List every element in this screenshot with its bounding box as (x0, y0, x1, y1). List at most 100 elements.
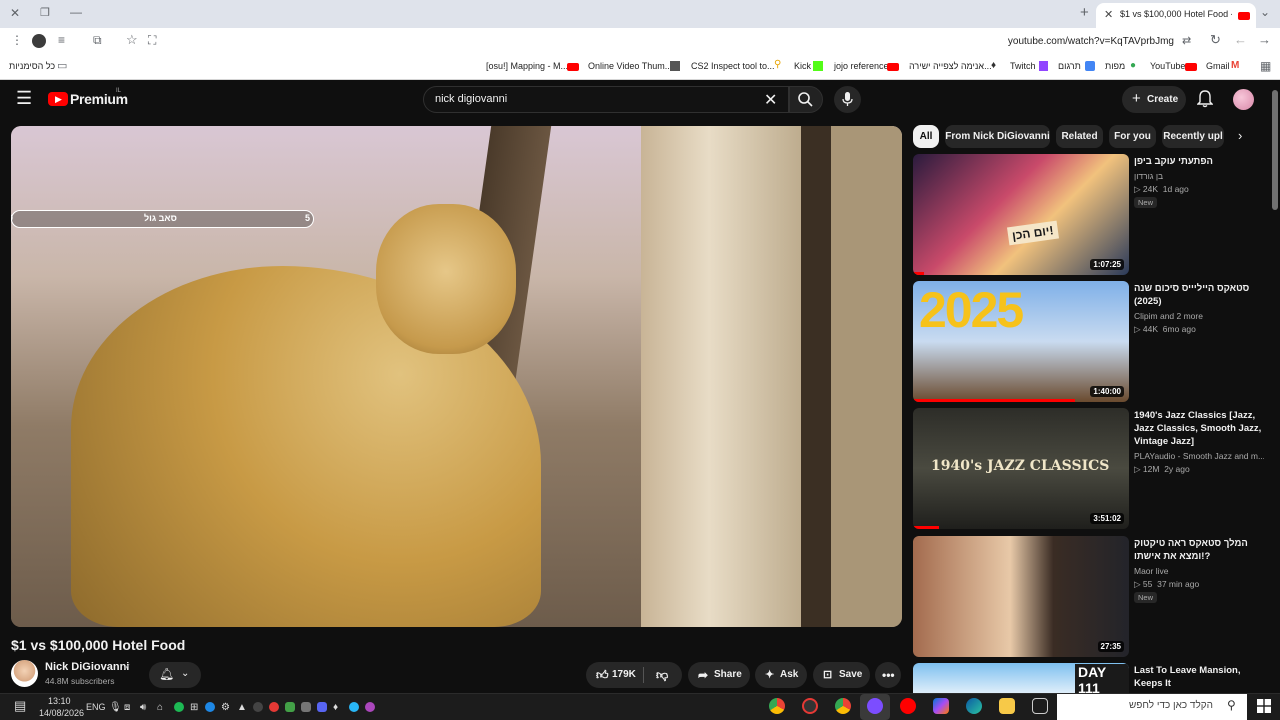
windows-start-icon[interactable] (1257, 699, 1271, 713)
reload-icon[interactable]: ↻ (1210, 32, 1221, 48)
notification-center-icon[interactable]: ▤ (14, 698, 26, 714)
chip-all[interactable]: All (913, 125, 939, 148)
bookmark-kick[interactable]: Kick (794, 61, 811, 71)
bookmark-cs2[interactable]: CS2 Inspect tool to... (691, 61, 775, 71)
all-bookmarks-link[interactable]: כל הסימניות (9, 61, 55, 71)
taskbar-search-box[interactable]: הקלד כאן כדי לחפש ⚲ (1057, 694, 1247, 720)
clock-date[interactable]: 14/08/2026 (39, 708, 84, 718)
rec-title-3[interactable]: 1940's Jazz Classics [Jazz, Jazz Classic… (1134, 409, 1262, 448)
tab-search-chevron-icon[interactable]: ⌄ (1260, 5, 1270, 19)
youtube-logo-icon[interactable]: ▶ (48, 92, 68, 106)
media-controls-icon[interactable]: ≡ (58, 33, 65, 47)
forward-icon[interactable]: ← (1234, 32, 1247, 47)
subscribed-button[interactable]: 🔔︎ ⌄ (149, 662, 201, 688)
rec-channel-1[interactable]: בן גורדון (1134, 171, 1163, 181)
rec-thumbnail-2[interactable]: 2025 1:40:00 (913, 281, 1129, 402)
profile-avatar-icon[interactable] (32, 34, 46, 48)
hamburger-menu-icon[interactable]: ☰ (16, 88, 32, 109)
task-view-icon[interactable] (1032, 698, 1048, 714)
account-avatar[interactable] (1233, 89, 1254, 110)
tray-app-icon-5[interactable] (253, 702, 263, 712)
bookmark-osu[interactable]: [osu!] Mapping - M... (486, 61, 568, 71)
screenshot-icon[interactable]: ⛶ (148, 33, 156, 48)
bookmark-jojo[interactable]: jojo reference (834, 61, 889, 71)
bookmark-twitch[interactable]: Twitch (1010, 61, 1036, 71)
chrome-taskbar-icon[interactable] (769, 698, 785, 714)
tray-app-icon-3[interactable]: ⚙ (221, 702, 230, 713)
restore-window-icon[interactable]: ❐ (40, 6, 50, 19)
tray-app-icon-8[interactable] (301, 702, 311, 712)
file-explorer-taskbar-icon[interactable] (999, 698, 1015, 714)
tray-app-icon-7[interactable] (285, 702, 295, 712)
chip-from-channel[interactable]: From Nick DiGiovanni (945, 125, 1050, 148)
create-button[interactable]: + Create (1122, 86, 1186, 113)
language-indicator[interactable]: ENG (86, 702, 106, 712)
new-tab-icon[interactable]: + (1080, 4, 1089, 21)
extensions-icon[interactable]: ⧉ (93, 33, 102, 48)
bookmark-maps[interactable]: מפות (1105, 61, 1125, 71)
youtube-music-taskbar-icon[interactable] (900, 698, 916, 714)
rec-thumbnail-3[interactable]: 1940's JAZZ CLASSICS 3:51:02 (913, 408, 1129, 529)
channel-avatar[interactable] (11, 660, 38, 687)
search-input[interactable]: nick digiovanni (435, 93, 507, 105)
tray-app-icon-10[interactable] (349, 702, 359, 712)
tray-app-icon-6[interactable] (269, 702, 279, 712)
bookmark-thumbnail[interactable]: Online Video Thum... (588, 61, 672, 71)
save-button[interactable]: ⊡ Save (813, 662, 870, 688)
video-player[interactable]: 0 סאב גול 5 (11, 126, 902, 627)
rec-title-1[interactable]: הפתעתי עוקב ביפן (1134, 155, 1262, 168)
minimize-window-icon[interactable]: — (70, 5, 82, 19)
more-actions-button[interactable]: ••• (875, 662, 901, 688)
tab-close-icon[interactable]: ✕ (1104, 8, 1113, 21)
close-window-icon[interactable]: ✕ (10, 6, 20, 20)
tray-app-icon-9[interactable]: ♦ (333, 702, 338, 713)
chevron-right-icon[interactable]: › (1238, 128, 1242, 143)
network-tray-icon[interactable]: ⌂ (157, 702, 163, 713)
url-field[interactable]: youtube.com/watch?v=KqTAVprbJmg (960, 36, 1174, 47)
discord-tray-icon[interactable] (317, 702, 327, 712)
chip-for-you[interactable]: For you (1109, 125, 1156, 148)
rec-channel-2[interactable]: Clipim and 2 more (1134, 311, 1203, 321)
active-app-icon[interactable] (867, 698, 883, 714)
obs-taskbar-icon[interactable] (802, 698, 818, 714)
back-icon[interactable]: → (1258, 32, 1271, 47)
rec-title-5[interactable]: Last To Leave Mansion, Keeps It (1134, 664, 1262, 690)
mic-tray-icon[interactable]: 🎙︎ (109, 702, 122, 713)
chip-related[interactable]: Related (1056, 125, 1103, 148)
like-count[interactable]: 179K (612, 662, 636, 688)
edge-taskbar-icon[interactable] (966, 698, 982, 714)
chrome-profile-taskbar-icon[interactable] (835, 698, 851, 714)
rec-thumbnail-1[interactable]: יום הכן! 1:07:25 (913, 154, 1129, 275)
chip-recently-uploaded[interactable]: Recently upl (1162, 125, 1224, 148)
apps-grid-icon[interactable]: ▦ (1260, 59, 1271, 73)
tray-app-icon-4[interactable]: ▲ (237, 702, 247, 713)
voice-search-button[interactable] (834, 86, 861, 113)
page-scrollbar[interactable] (1272, 90, 1278, 210)
channel-name[interactable]: Nick DiGiovanni (45, 661, 129, 673)
rec-title-4[interactable]: המלך סטאקס ראה טיקטוק ומצא את אישתו!? (1134, 537, 1262, 563)
dislike-icon[interactable]: 👎︎ (656, 662, 668, 688)
rec-thumbnail-4[interactable]: 27:35 (913, 536, 1129, 657)
copilot-taskbar-icon[interactable] (933, 698, 949, 714)
tray-app-icon-1[interactable]: ⊞ (190, 702, 198, 713)
spotify-tray-icon[interactable] (174, 702, 184, 712)
notifications-bell-icon[interactable] (1197, 90, 1213, 108)
rec-title-2[interactable]: סטאקס הייליייס סיכום שנה (2025) (1134, 282, 1262, 308)
rec-thumbnail-5[interactable]: DAY 111 (913, 663, 1129, 693)
site-settings-icon[interactable]: ⇄ (1182, 34, 1191, 47)
bookmark-star-icon[interactable]: ☆ (126, 32, 138, 48)
search-button[interactable] (789, 86, 823, 113)
display-tray-icon[interactable]: ⧈ (124, 702, 130, 713)
tray-app-icon-11[interactable] (365, 702, 375, 712)
bookmark-anime[interactable]: אנימה לצפייה ישירה... (909, 61, 992, 71)
like-icon[interactable]: 👍︎ (596, 662, 609, 688)
menu-kebab-icon[interactable]: ⋮ (11, 33, 23, 47)
active-tab[interactable]: ✕ $1 vs $100,000 Hotel Food - Yo (1096, 3, 1256, 28)
tray-app-icon-2[interactable] (205, 702, 215, 712)
bookmark-gmail[interactable]: Gmail (1206, 61, 1230, 71)
clear-search-icon[interactable]: ✕ (764, 90, 777, 110)
volume-tray-icon[interactable]: 🔊︎ (140, 702, 146, 713)
ask-button[interactable]: ✦ Ask (755, 662, 807, 688)
bookmark-youtube[interactable]: YouTube (1150, 61, 1185, 71)
share-button[interactable]: ➦ Share (688, 662, 750, 688)
